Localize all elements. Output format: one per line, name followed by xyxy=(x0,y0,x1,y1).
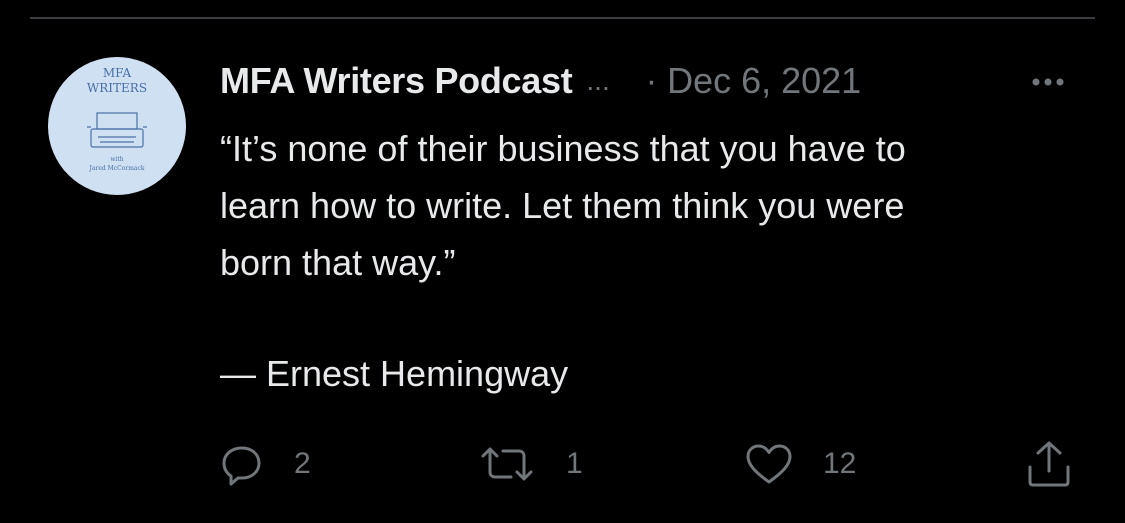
typewriter-icon xyxy=(87,112,147,148)
share-button[interactable] xyxy=(1024,440,1074,488)
avatar-image: MFA WRITERS with Jared McCormack xyxy=(87,66,147,172)
like-count: 12 xyxy=(823,447,857,480)
author-name[interactable]: MFA Writers Podcast xyxy=(220,60,573,102)
retweet-button[interactable]: 1 xyxy=(478,440,583,488)
tweet-attribution: — Ernest Hemingway xyxy=(220,353,569,394)
avatar-line2: WRITERS xyxy=(87,81,147,95)
share-icon xyxy=(1028,441,1070,487)
top-divider xyxy=(30,17,1095,19)
reply-button[interactable]: 2 xyxy=(220,440,311,488)
avatar-line1: MFA xyxy=(103,66,132,80)
reply-icon xyxy=(222,446,261,486)
avatar-line3: with xyxy=(110,156,123,163)
avatar-line4: Jared McCormack xyxy=(89,165,145,172)
tweet-date[interactable]: Dec 6, 2021 xyxy=(667,60,861,102)
more-icon[interactable] xyxy=(1028,70,1076,94)
tweet-text: “It’s none of their business that you ha… xyxy=(220,128,906,283)
avatar[interactable]: MFA WRITERS with Jared McCormack xyxy=(48,57,186,195)
tweet-header: MFA Writers Podcast ... · Dec 6, 2021 xyxy=(220,58,861,104)
separator-dot: · xyxy=(645,61,658,100)
retweet-count: 1 xyxy=(566,447,583,480)
retweet-icon xyxy=(481,447,533,481)
heart-icon xyxy=(746,444,792,484)
name-truncation: ... xyxy=(586,65,610,96)
reply-count: 2 xyxy=(294,447,311,480)
like-button[interactable]: 12 xyxy=(745,440,856,488)
